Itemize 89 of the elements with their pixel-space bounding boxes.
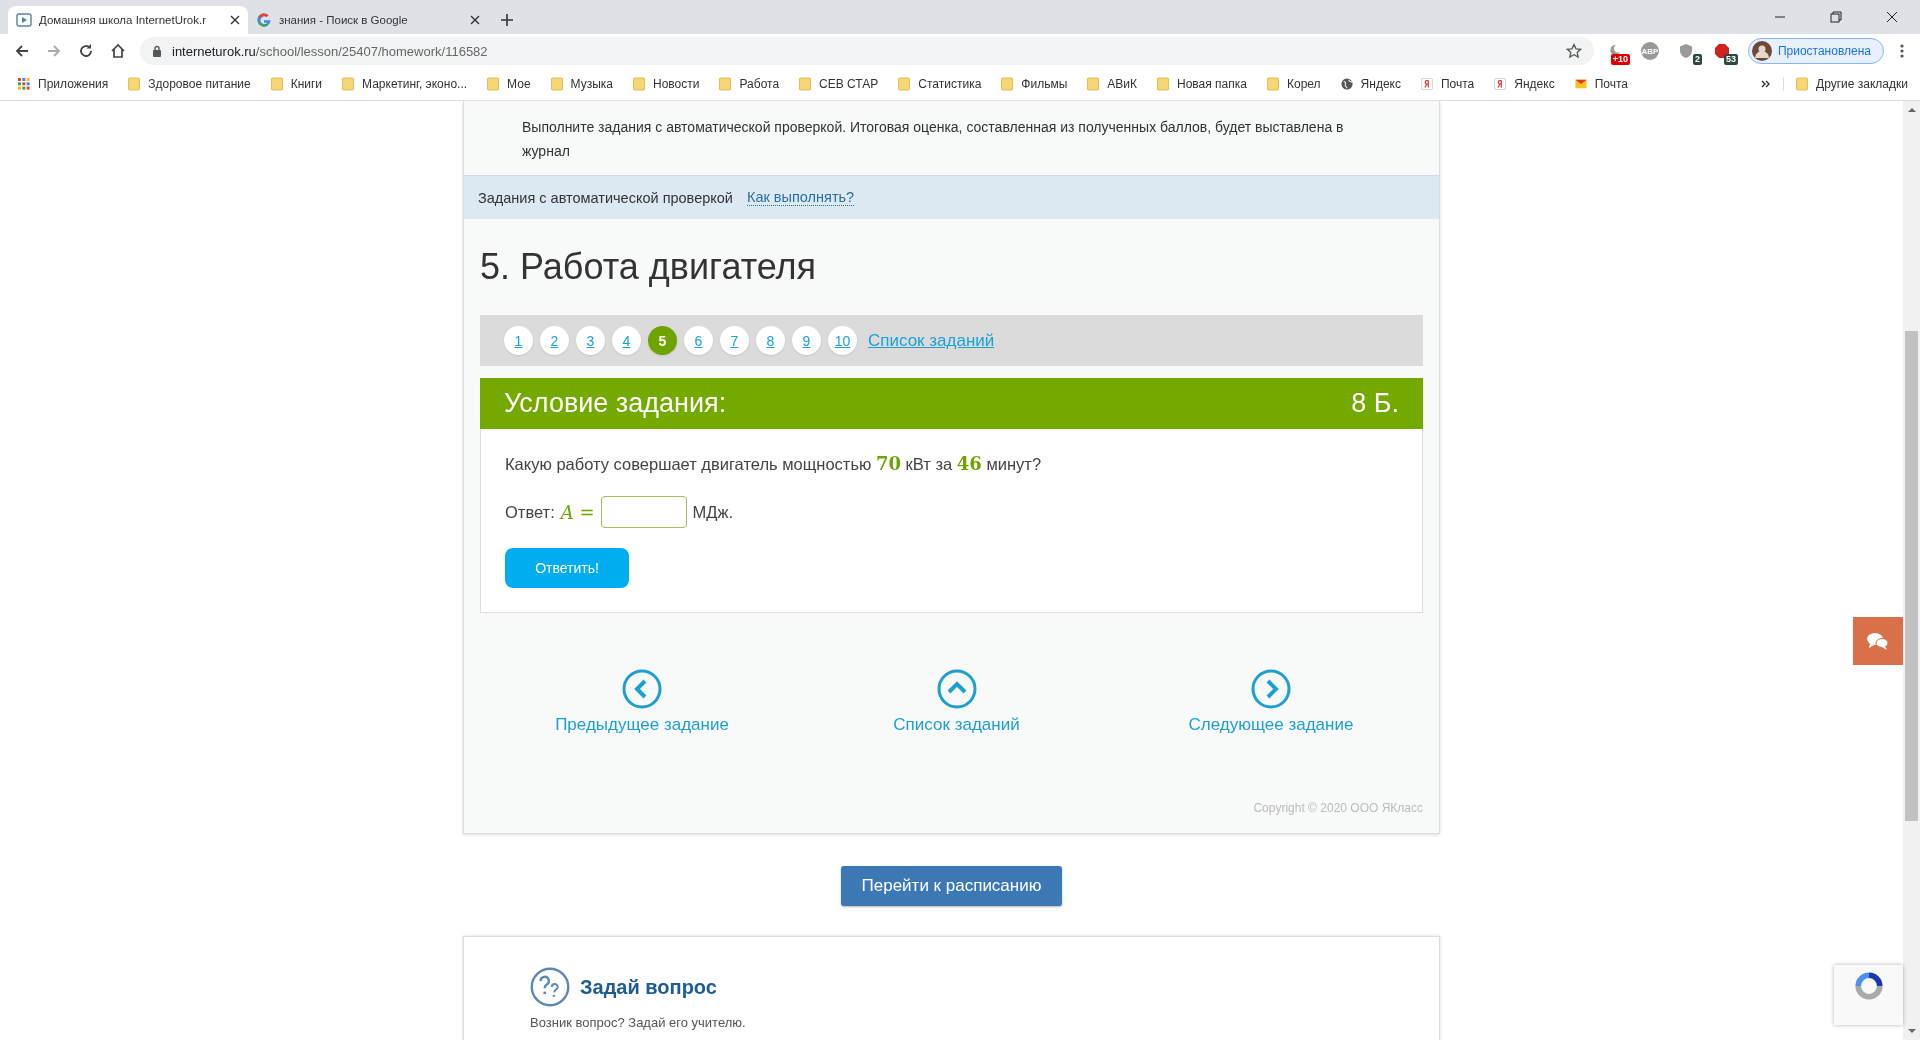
lock-icon (152, 45, 162, 57)
folder-icon (1266, 77, 1279, 91)
adblock-icon: ABP (1640, 42, 1659, 60)
folder-icon (270, 77, 283, 91)
folder-icon (1157, 77, 1169, 91)
chat-button[interactable] (1853, 617, 1903, 665)
bookmark-item[interactable]: Новая папка (1153, 77, 1251, 91)
google-icon (256, 12, 272, 28)
bookmark-item[interactable]: Статистика (894, 77, 986, 91)
apps-grid-icon (18, 77, 30, 91)
folder-icon (342, 77, 355, 91)
extension-badge: 53 (1723, 54, 1738, 65)
bookmark-item[interactable]: Почта (1416, 77, 1479, 91)
bookmark-item[interactable]: Почта (1570, 77, 1632, 91)
extension-button[interactable]: +10 (1597, 37, 1630, 65)
ya-letter-icon (1420, 77, 1433, 91)
copyright-text: Copyright © 2020 ООО ЯКласс (1252, 801, 1423, 815)
bookmark-star-icon[interactable] (1565, 43, 1582, 59)
unit-label: МДж. (692, 502, 734, 522)
condition-title: Условие задания: (504, 388, 727, 419)
bookmark-item[interactable]: Маркетинг, эконо... (338, 77, 472, 91)
right-chevron-icon (1251, 669, 1291, 709)
browser-tab[interactable]: Домашняя школа InternetUrok.r (8, 6, 248, 34)
answer-field[interactable] (600, 496, 687, 528)
bookmark-item[interactable]: Здоровое питание (124, 77, 255, 91)
folder-icon (898, 77, 911, 91)
scroll-thumb[interactable] (1905, 331, 1918, 821)
close-tab-icon[interactable] (230, 15, 240, 25)
folder-icon (719, 77, 732, 91)
address-bar[interactable]: interneturok.ru/school/lesson/25407/homework/116582 (140, 37, 1594, 65)
bookmark-item[interactable]: Яндекс (1336, 77, 1405, 91)
new-tab-icon[interactable] (500, 13, 514, 27)
formula-text: A = (560, 501, 595, 523)
ya-letter-icon (1494, 77, 1507, 91)
scroll-up-icon[interactable] (1907, 107, 1916, 113)
ask-title: Задай вопрос (580, 975, 717, 999)
bookmark-item[interactable]: Новости (629, 77, 704, 91)
scroll-down-icon[interactable] (1907, 1028, 1916, 1034)
bookmark-item[interactable]: Книги (266, 77, 327, 91)
extension-button[interactable]: 2 (1669, 37, 1702, 65)
chat-bubbles-icon (1866, 631, 1890, 651)
more-bookmarks-icon[interactable] (1761, 79, 1772, 89)
folder-icon (799, 77, 812, 91)
question-text: Какую работу совершает двигатель мощностью 70 кВт за 46 минут? (505, 453, 1043, 474)
folder-icon (550, 77, 563, 91)
left-chevron-icon (622, 669, 662, 709)
back-icon[interactable] (14, 43, 30, 59)
up-chevron-icon (936, 669, 977, 709)
ask-description: Возник вопрос? Задай его учителю. (530, 1015, 747, 1030)
instruction-text: Выполните задания с автоматической проверкой. Итоговая оценка, составленная из полученных баллов, будет выставлена в журнал (521, 118, 1345, 161)
folder-icon (1796, 77, 1809, 91)
folder-icon (1001, 77, 1014, 91)
profile-button[interactable]: Приостановлена (1747, 38, 1884, 64)
schedule-button[interactable]: Перейти к расписанию (841, 866, 1062, 906)
bookmark-item[interactable]: Приложения (14, 77, 113, 91)
folder-icon (1087, 77, 1100, 91)
bookmark-item[interactable]: АВиК (1083, 77, 1141, 91)
bookmark-item[interactable]: Работа (715, 77, 784, 91)
folder-icon (128, 77, 141, 91)
extension-badge: +10 (1610, 54, 1630, 65)
points-label: 8 Б. (1351, 388, 1399, 419)
extension-badge: 2 (1692, 54, 1702, 65)
bookmark-item[interactable]: Яндекс (1490, 77, 1559, 91)
bookmark-item[interactable]: СЕВ СТАР (795, 77, 883, 91)
reload-icon[interactable] (78, 43, 94, 59)
close-tab-icon[interactable] (470, 15, 480, 25)
restore-icon[interactable] (1830, 11, 1842, 23)
play-icon (16, 12, 32, 28)
home-icon[interactable] (110, 43, 126, 59)
url-text: interneturok.ru/school/lesson/25407/homework/116582 (172, 43, 488, 59)
close-icon[interactable] (1886, 11, 1898, 23)
question-marks-icon (530, 967, 570, 1007)
envelope-icon (1574, 77, 1587, 91)
folder-icon (633, 77, 646, 91)
folder-icon (487, 77, 500, 91)
avatar-icon (1751, 41, 1772, 61)
task-title: 5. Работа двигателя (480, 245, 818, 289)
shield-icon (1677, 43, 1694, 59)
bookmark-item[interactable]: Другие закладки (1783, 77, 1912, 91)
bookmark-item[interactable]: Корел (1262, 77, 1325, 91)
how-to-link[interactable]: Как выполнять? (746, 189, 855, 206)
menu-icon[interactable] (1900, 43, 1904, 59)
bookmark-item[interactable]: Музыка (546, 77, 618, 91)
globe-icon (1340, 77, 1353, 91)
answer-label: Ответ: (505, 502, 555, 522)
extension-button[interactable]: 53 (1705, 37, 1738, 65)
bookmark-item[interactable]: Мое (483, 77, 535, 91)
bookmark-item[interactable]: Фильмы (997, 77, 1072, 91)
section-label: Задания с автоматической проверкой (478, 189, 733, 206)
